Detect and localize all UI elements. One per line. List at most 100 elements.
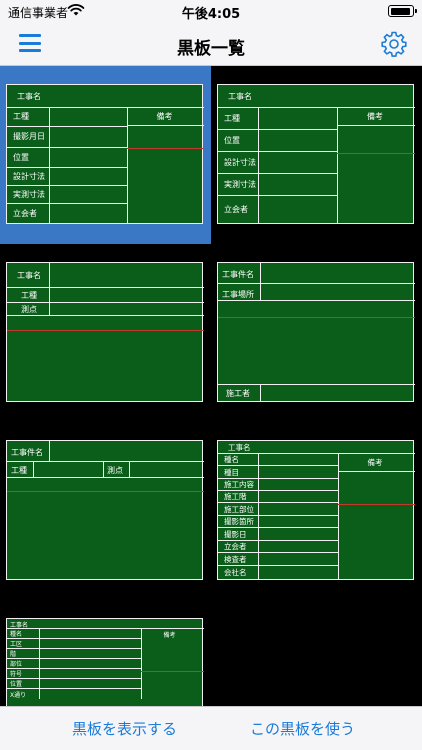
board-rule [141,628,204,629]
board-rule [7,477,204,478]
board-field-label: 工事名 [228,443,251,453]
board-rule [7,185,127,186]
board-field-label: 撮影月日 [13,132,45,142]
board-red-rule [218,317,415,318]
board-rule [7,315,204,316]
blackboard-thumbnail[interactable]: 備考 工事名 工種 位置 設計寸法 実測寸法 立会者 [211,66,422,244]
board-rule [258,453,259,579]
blackboard-thumbnail[interactable]: 工事件名 工種 測点 [0,422,211,600]
blackboard: 工事名 工種 測点 [6,262,204,402]
board-rule [7,648,141,649]
blackboard-grid: 備考 工事名 工種 撮影月日 位置 設計寸法 実測寸法 立会者 備考 工事名 工種 位置 設計寸法 実測寸… [0,66,422,706]
blackboard: 備考 工事名 種名 種目 施工内容 施工階 施工部位 撮影箇所 撮影日 立会者 検査者 会社名 [217,440,415,580]
use-blackboard-button[interactable]: この黒板を使う [250,718,355,739]
board-field-label: 種名 [10,631,23,639]
board-red-rule [127,148,204,149]
blackboard: 備考 工事名 工種 撮影月日 位置 設計寸法 実測寸法 立会者 [6,84,204,224]
board-field-label: 設計寸法 [224,157,256,167]
board-rule [218,195,337,196]
board-rule [103,461,104,477]
board-rule [49,441,50,461]
board-field-label: 工事名 [17,271,41,280]
board-rule [218,565,338,566]
board-field-label: 位置 [224,135,240,145]
board-rule [127,125,204,126]
board-rule [218,384,415,385]
board-field-label: 設計寸法 [13,171,45,181]
board-rule [260,263,261,300]
board-red-rule [141,671,204,672]
board-rule [338,471,415,472]
board-rule [218,453,415,454]
board-rule [33,461,34,477]
board-rule [7,203,127,204]
board-rule [141,628,142,699]
battery-fill [390,7,411,15]
board-rule [7,688,141,689]
board-rule [218,151,337,152]
board-rule [7,167,127,168]
board-rule [218,173,337,174]
board-field-label: 撮影日 [224,529,247,539]
board-field-label: 施工内容 [224,480,254,490]
board-field-label: 施工階 [224,492,247,502]
board-rule [7,678,141,679]
remarks-label: 備考 [367,458,383,467]
board-field-label: 工事件名 [11,448,43,457]
gear-icon[interactable] [380,30,408,58]
board-rule [49,107,50,223]
blackboard-thumbnail[interactable]: 備考 工事名 種名 工区階部位 符号 位置 X通り [0,600,211,706]
board-rule [218,129,337,130]
board-field-label: 施工部位 [224,504,254,514]
board-rule [49,263,50,315]
remarks-label: 備考 [156,112,173,121]
board-field-label: 工事名 [10,621,29,629]
board-field-label: 工種 [224,113,240,123]
remarks-label: 備考 [367,112,383,121]
blackboard-thumbnail[interactable]: 備考 工事名 種名 種目 施工内容 施工階 施工部位 撮影箇所 撮影日 立会者 検査者 会社名 [211,422,422,600]
blackboard-thumbnail[interactable]: 備考 工事名 工種 撮影月日 位置 設計寸法 実測寸法 立会者 [0,66,211,244]
board-rule [7,126,127,127]
nav-bar: 黒板一覧 [0,24,422,66]
board-rule [7,638,141,639]
blackboard: 工事件名 工種 測点 [6,440,204,580]
board-rule [7,302,204,303]
board-field-label: 立会者 [224,542,247,552]
board-field-label: 検査者 [224,554,247,564]
board-field-label: 工事場所 [222,290,254,299]
status-bar: 通信事業者 午後4:05 [0,0,422,24]
board-rule [7,107,204,108]
board-red-rule [7,330,204,331]
board-rule [7,147,127,148]
blackboard: 備考 工事名 種名 工区階部位 符号 位置 X通り [6,618,204,706]
board-rule [7,658,141,659]
board-rule [218,107,415,108]
board-field-label: 階 [10,651,17,659]
board-field-label: 実測寸法 [13,189,45,199]
board-rule [7,668,141,669]
board-field-label: 工区 [10,641,23,649]
board-field-label: 測点 [21,305,37,314]
board-field-label: 種目 [224,467,239,477]
blackboard-thumbnail[interactable]: 工事件名 工事場所 施工者 [211,244,422,422]
bottom-toolbar: 黒板を表示する この黒板を使う [0,706,422,750]
board-field-label: 会社名 [224,568,247,578]
board-red-rule [337,153,415,154]
board-rule [218,300,415,301]
board-field-label: 工種 [21,291,37,300]
board-rule [39,628,40,699]
show-blackboard-button[interactable]: 黒板を表示する [72,718,177,739]
blackboard: 備考 工事名 工種 位置 設計寸法 実測寸法 立会者 [217,84,415,224]
board-red-rule [338,504,415,505]
blackboard-thumbnail[interactable]: 工事名 工種 測点 [0,244,211,422]
clock: 午後4:05 [181,7,241,22]
board-field-label: 測点 [107,466,123,475]
board-field-label: 実測寸法 [224,179,256,189]
board-rule [129,461,130,477]
page-title: 黒板一覧 [177,39,245,59]
board-field-label: 工種 [13,112,29,122]
board-field-label: 工事名 [17,91,41,101]
board-field-label: X通り [10,691,27,699]
board-rule [7,461,204,462]
board-field-label: 位置 [10,681,23,689]
